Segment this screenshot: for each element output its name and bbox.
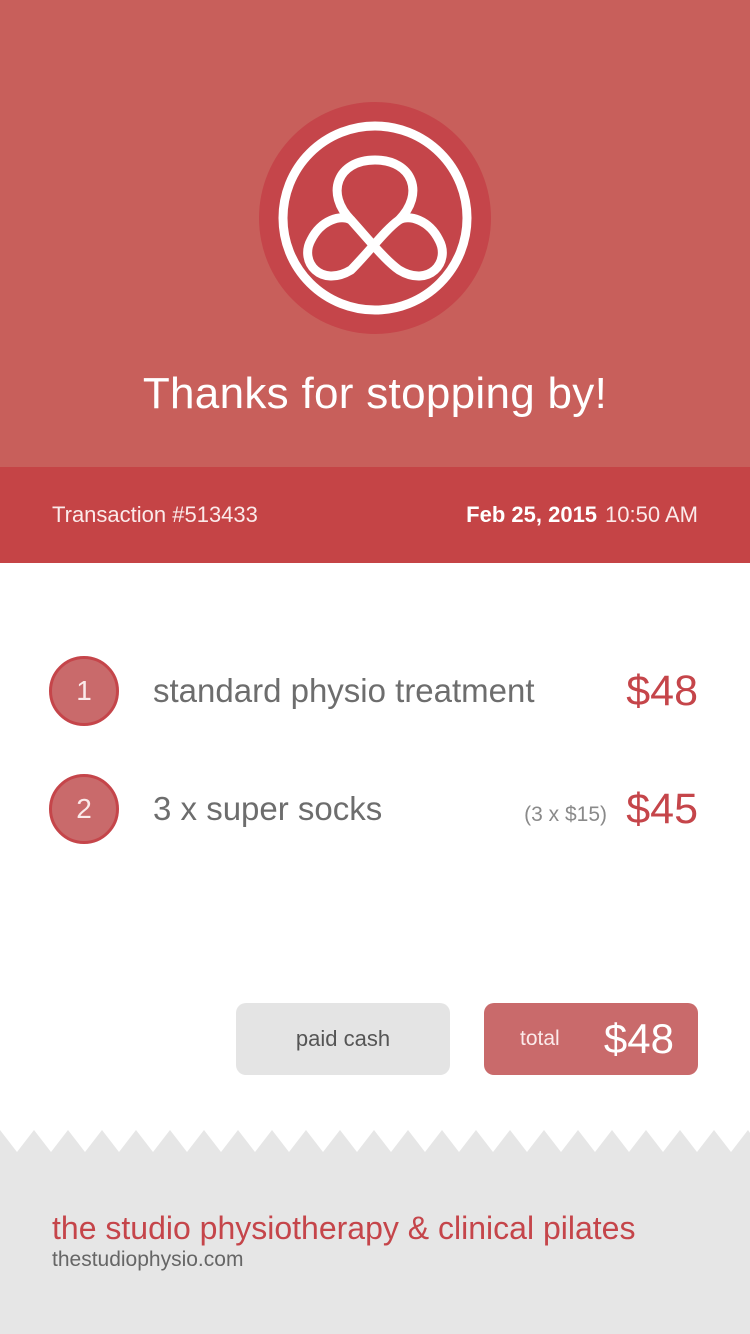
line-item-label: standard physio treatment	[153, 672, 535, 709]
transaction-number: Transaction #513433	[52, 502, 258, 527]
line-item-price: $45	[626, 785, 698, 833]
business-website-link[interactable]: thestudiophysio.com	[52, 1247, 243, 1273]
thank-you-title: Thanks for stopping by!	[142, 369, 608, 418]
line-item-label: 3 x super socks	[153, 790, 383, 827]
receipt-header: Thanks for stopping by!	[0, 0, 750, 467]
payment-method-badge: paid cash	[236, 1003, 450, 1075]
line-item-unit-price: (3 x $15)	[524, 803, 607, 826]
receipt-torn-edge	[0, 1130, 750, 1154]
logo-graphic	[259, 102, 491, 334]
transaction-time: 10:50 AM	[605, 502, 698, 527]
studio-physio-logo-icon	[259, 102, 491, 334]
business-name: the studio physiotherapy & clinical pila…	[52, 1210, 636, 1246]
total-amount: $48	[603, 1015, 674, 1062]
line-item-index-badge: 2	[49, 774, 119, 844]
transaction-datetime: Feb 25, 2015 10:50 AM	[466, 501, 698, 529]
line-item-price: $48	[626, 667, 698, 715]
transaction-bar: Transaction #513433 Feb 25, 2015 10:50 AM	[0, 467, 750, 563]
transaction-date: Feb 25, 2015	[466, 502, 598, 527]
torn-edge-graphic	[0, 1130, 750, 1154]
line-item: 1 standard physio treatment $48	[0, 655, 750, 727]
line-item: 2 3 x super socks (3 x $15) $45	[0, 773, 750, 845]
line-item-index-badge: 1	[49, 656, 119, 726]
total-label: total	[520, 1027, 560, 1050]
total-badge: total $48	[484, 1003, 698, 1075]
